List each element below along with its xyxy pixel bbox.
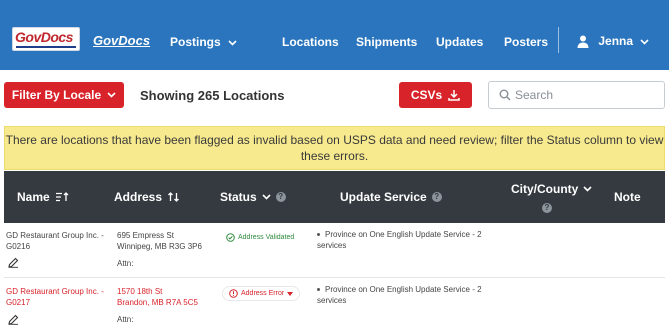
alert-circle-icon [229, 289, 238, 298]
row-attn: Attn: [117, 259, 134, 268]
help-icon[interactable]: ? [275, 192, 286, 202]
row-name[interactable]: GD Restaurant Group Inc. - G0216 [6, 230, 106, 252]
column-note-label: Note [614, 190, 641, 204]
column-header-name[interactable]: Name [17, 190, 69, 204]
user-menu[interactable]: Jenna [577, 34, 649, 49]
brand-link[interactable]: GovDocs [93, 33, 150, 48]
bullet [317, 288, 320, 292]
bullet [317, 233, 320, 237]
filter-button-label: Filter By Locale [11, 88, 102, 102]
column-header-note: Note [614, 190, 641, 204]
table-row[interactable]: GD Restaurant Group Inc. - G0217 1570 18… [4, 278, 665, 334]
status-badge-dropdown[interactable]: Address Error [222, 286, 301, 301]
column-name-label: Name [17, 190, 50, 204]
logo-text: GovDocs [15, 29, 73, 45]
table-header: Name Address Status ? Update Service ? C… [4, 171, 665, 223]
logo-underline [16, 46, 76, 48]
column-status-label: Status [220, 190, 257, 204]
showing-count: Showing 265 Locations [140, 88, 285, 103]
nav-shipments[interactable]: Shipments [356, 35, 417, 49]
govdocs-logo[interactable]: GovDocs [12, 27, 80, 51]
nav-locations[interactable]: Locations [282, 35, 339, 49]
column-header-address[interactable]: Address [114, 190, 180, 204]
column-header-update-service[interactable]: Update Service ? [340, 190, 442, 204]
alert-text: There are locations that have been flagg… [5, 133, 664, 163]
sort-icon [55, 192, 69, 202]
search-input[interactable] [515, 83, 660, 107]
row-update-service: Province on One English Update Service -… [317, 284, 487, 306]
nav-divider [558, 27, 559, 53]
status-badge: Address Validated [226, 233, 294, 242]
row-update-service-text: Province on One English Update Service -… [317, 285, 482, 305]
filter-by-locale-button[interactable]: Filter By Locale [4, 82, 124, 108]
row-address-line2: Winnipeg, MB R3G 3P6 [117, 242, 202, 251]
row-update-service: Province on One English Update Service -… [317, 229, 487, 251]
search-icon [499, 89, 511, 101]
edit-icon[interactable] [8, 314, 19, 325]
sort-icon [168, 192, 179, 202]
row-address-line2: Brandon, MB R7A 5C5 [117, 298, 198, 307]
status-text: Address Error [241, 290, 285, 297]
chevron-down-icon [583, 186, 592, 192]
chevron-down-icon [640, 39, 649, 45]
download-icon [448, 90, 460, 101]
table-row[interactable]: GD Restaurant Group Inc. - G0216 695 Emp… [4, 223, 665, 278]
help-icon[interactable]: ? [542, 203, 552, 213]
row-name[interactable]: GD Restaurant Group Inc. - G0217 [6, 286, 106, 308]
nav-postings-dropdown[interactable]: Postings [170, 35, 237, 49]
status-text: Address Validated [238, 234, 295, 241]
column-city-county-label: City/County [511, 182, 579, 196]
row-address-line1: 1570 18th St [117, 287, 163, 296]
usps-warning-alert: There are locations that have been flagg… [4, 126, 665, 170]
edit-icon[interactable] [8, 257, 19, 268]
user-name: Jenna [598, 34, 634, 48]
nav-updates[interactable]: Updates [436, 35, 483, 49]
nav-posters[interactable]: Posters [504, 35, 548, 49]
csvs-button[interactable]: CSVs [399, 82, 472, 108]
csvs-button-label: CSVs [410, 88, 443, 102]
chevron-down-icon [107, 92, 116, 98]
column-header-city-county[interactable]: City/County [511, 182, 592, 196]
check-circle-icon [226, 233, 235, 242]
column-address-label: Address [114, 190, 163, 204]
nav-postings-label: Postings [170, 35, 221, 49]
row-attn: Attn: [117, 315, 134, 324]
top-navbar: GovDocs GovDocs Postings Locations Shipm… [0, 0, 669, 70]
caret-down-icon [287, 291, 294, 296]
row-update-service-text: Province on One English Update Service -… [317, 230, 482, 250]
column-header-status[interactable]: Status ? [220, 190, 286, 204]
help-icon[interactable]: ? [431, 192, 442, 202]
column-update-service-label: Update Service [340, 190, 427, 204]
chevron-down-icon [262, 194, 271, 200]
chevron-down-icon [228, 40, 237, 46]
search-box[interactable] [488, 81, 665, 109]
user-icon [577, 35, 589, 49]
row-address-line1: 695 Empress St [117, 231, 174, 240]
